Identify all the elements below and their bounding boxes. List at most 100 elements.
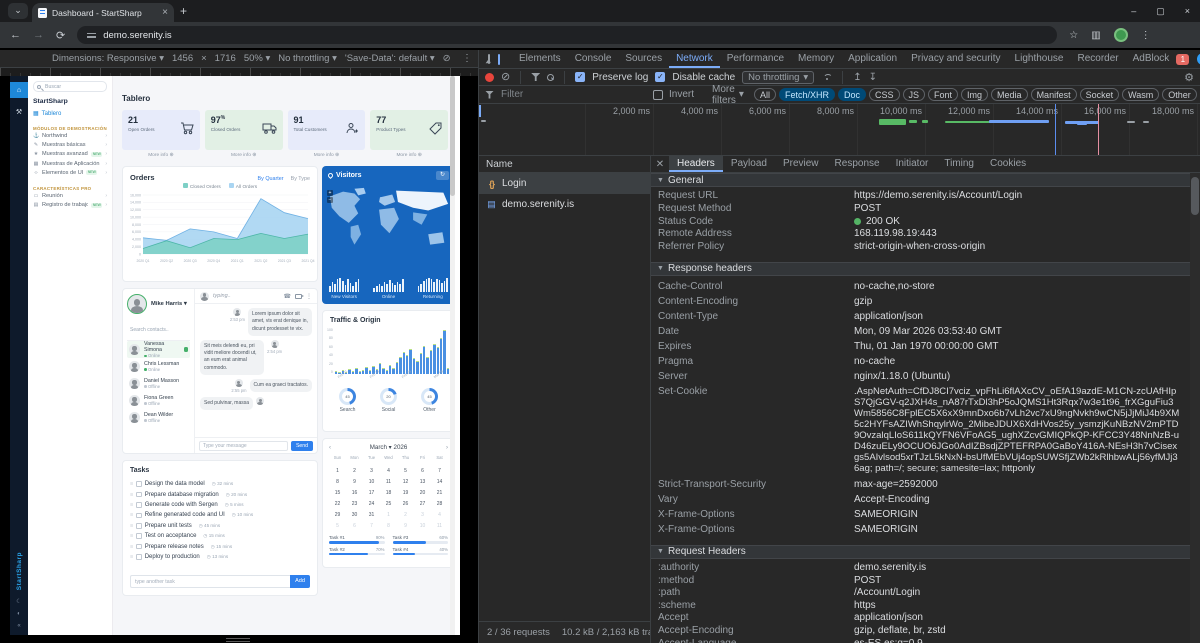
calendar-day[interactable]: 5 bbox=[397, 465, 414, 476]
drag-handle-icon[interactable]: ≡ bbox=[130, 481, 133, 487]
device-height-field[interactable]: 1716 bbox=[215, 53, 236, 64]
calendar-day[interactable]: 2 bbox=[397, 509, 414, 520]
device-dimensions-select[interactable]: Dimensions: Responsive ▾ bbox=[52, 53, 164, 64]
sidebar-item[interactable]: ⚓ Northwind › bbox=[33, 131, 107, 140]
sidebar-item[interactable]: ‹› Elementos de UI NEW › bbox=[33, 168, 107, 177]
request-type-chip[interactable]: All bbox=[754, 88, 776, 101]
window-minimize-button[interactable]: – bbox=[1131, 2, 1136, 20]
more-filters-select[interactable]: More filters▾ bbox=[712, 84, 744, 106]
general-section-header[interactable]: ▼ General bbox=[651, 173, 1190, 187]
export-har-icon[interactable]: ↧ bbox=[869, 72, 877, 83]
task-checkbox[interactable] bbox=[136, 544, 142, 550]
chat-menu-kebab-icon[interactable]: ⋮ bbox=[306, 293, 312, 300]
map-zoom-in-button[interactable]: + bbox=[327, 190, 333, 196]
send-button[interactable]: Send bbox=[291, 441, 313, 451]
drag-handle-icon[interactable]: ≡ bbox=[130, 554, 133, 560]
task-checkbox[interactable] bbox=[136, 554, 142, 560]
url-bar[interactable]: demo.serenity.is bbox=[77, 26, 1057, 44]
orders-tab-by-type[interactable]: By Type bbox=[291, 176, 310, 182]
error-count-badge[interactable]: 1 bbox=[1176, 54, 1189, 65]
contact-list-item[interactable]: Dean Wilder Offline bbox=[127, 409, 190, 426]
task-checkbox[interactable] bbox=[136, 502, 142, 508]
task-row[interactable]: ≡ Refine generated code and UI ◷ 10 mins bbox=[130, 510, 310, 520]
device-throttling-select[interactable]: No throttling ▾ bbox=[278, 53, 337, 64]
request-type-chip[interactable]: Img bbox=[961, 88, 988, 101]
task-row[interactable]: ≡ Prepare database migration ◷ 20 mins bbox=[130, 489, 310, 499]
more-info-link[interactable]: More info ⊕ bbox=[205, 153, 283, 158]
sidebar-item[interactable]: ▦ Muestras de Aplicación › bbox=[33, 159, 107, 168]
request-type-chip[interactable]: Doc bbox=[838, 88, 866, 101]
calendar-day[interactable]: 18 bbox=[380, 487, 397, 498]
drag-handle-icon[interactable]: ≡ bbox=[130, 523, 133, 529]
map-zoom-out-button[interactable]: − bbox=[327, 197, 333, 203]
calendar-day[interactable]: 10 bbox=[414, 520, 431, 531]
detail-tab[interactable]: Headers bbox=[669, 156, 723, 172]
device-zoom-select[interactable]: 50% ▾ bbox=[244, 53, 270, 64]
detail-tab[interactable]: Response bbox=[827, 156, 888, 172]
more-info-link[interactable]: More info ⊕ bbox=[122, 153, 200, 158]
devtools-tab[interactable]: Recorder bbox=[1070, 50, 1125, 68]
devtools-tab[interactable]: Lighthouse bbox=[1008, 50, 1071, 68]
filter-funnel-icon[interactable] bbox=[531, 73, 540, 81]
detail-tab[interactable]: Payload bbox=[723, 156, 775, 172]
sidebar-item-tablero[interactable]: ▦ Tablero bbox=[33, 110, 107, 117]
request-type-chip[interactable]: Wasm bbox=[1122, 88, 1159, 101]
invert-checkbox[interactable] bbox=[653, 90, 663, 100]
task-checkbox[interactable] bbox=[136, 481, 142, 487]
calendar-day[interactable]: 31 bbox=[363, 509, 380, 520]
request-row[interactable]: {} Login bbox=[479, 173, 650, 194]
calendar-month-year[interactable]: March ▾ 2026 bbox=[331, 444, 446, 451]
request-type-chip[interactable]: JS bbox=[903, 88, 926, 101]
calendar-day[interactable]: 8 bbox=[380, 520, 397, 531]
viewport-resize-handle[interactable] bbox=[226, 638, 250, 642]
sidebar-search[interactable] bbox=[33, 81, 107, 92]
detail-scrollbar[interactable] bbox=[1190, 173, 1200, 643]
calendar-day[interactable]: 15 bbox=[329, 487, 346, 498]
calendar-day[interactable]: 7 bbox=[363, 520, 380, 531]
request-row[interactable]: ▤ demo.serenity.is bbox=[479, 194, 650, 215]
devtools-tab[interactable]: Elements bbox=[512, 50, 568, 68]
contact-list-item[interactable]: Fiona Green Offline bbox=[127, 392, 190, 409]
network-overview-timeline[interactable]: 2,000 ms4,000 ms6,000 ms8,000 ms10,000 m… bbox=[479, 104, 1200, 156]
clear-network-log-icon[interactable]: ⊘ bbox=[501, 72, 510, 83]
detail-tab[interactable]: Cookies bbox=[982, 156, 1034, 172]
network-conditions-icon[interactable] bbox=[821, 74, 832, 81]
calendar-day[interactable]: 9 bbox=[346, 476, 363, 487]
task-row[interactable]: ≡ Test on acceptance ◷ 15 mins bbox=[130, 531, 310, 541]
calendar-day[interactable]: 11 bbox=[380, 476, 397, 487]
request-type-chip[interactable]: CSS bbox=[869, 88, 900, 101]
theme-moon-icon[interactable]: ☾ bbox=[16, 598, 21, 605]
contact-list-item[interactable]: Chris Lessman Online bbox=[127, 358, 190, 375]
task-checkbox[interactable] bbox=[136, 492, 142, 498]
calendar-day[interactable]: 6 bbox=[346, 520, 363, 531]
calendar-day[interactable]: 25 bbox=[380, 498, 397, 509]
devtools-tab[interactable]: Privacy and security bbox=[904, 50, 1007, 68]
sidebar-item[interactable]: ✎ Muestras básicas › bbox=[33, 140, 107, 149]
detail-close-icon[interactable]: ✕ bbox=[651, 156, 669, 172]
request-type-chip[interactable]: Manifest bbox=[1031, 88, 1077, 101]
calendar-day[interactable]: 1 bbox=[380, 509, 397, 520]
sidebar-item[interactable]: ▭ Reunión › bbox=[33, 191, 107, 200]
request-type-chip[interactable]: Other bbox=[1162, 88, 1197, 101]
throttling-select[interactable]: No throttling▾ bbox=[742, 71, 814, 84]
contact-list-item[interactable]: Vanessa Simona Online bbox=[127, 341, 190, 358]
video-call-icon[interactable] bbox=[295, 294, 302, 299]
contacts-search-input[interactable] bbox=[128, 326, 189, 334]
timeline-brush[interactable] bbox=[479, 105, 481, 117]
task-checkbox[interactable] bbox=[136, 523, 142, 529]
calendar-day[interactable]: 12 bbox=[397, 476, 414, 487]
calendar-day[interactable]: 24 bbox=[363, 498, 380, 509]
calendar-next-button[interactable]: › bbox=[446, 445, 448, 451]
calendar-day[interactable]: 9 bbox=[397, 520, 414, 531]
calendar-day[interactable]: 16 bbox=[346, 487, 363, 498]
calendar-day[interactable]: 3 bbox=[363, 465, 380, 476]
sidebar-item[interactable]: ★ Muestras avanzadas NEW › bbox=[33, 150, 107, 159]
save-data-select[interactable]: 'Save-Data': default ▾ bbox=[345, 53, 435, 64]
profile-avatar[interactable] bbox=[1114, 28, 1128, 42]
device-width-field[interactable]: 1456 bbox=[172, 53, 193, 64]
task-row[interactable]: ≡ Generate code with Sergen ◷ 5 mins bbox=[130, 500, 310, 510]
filter-input[interactable] bbox=[499, 88, 635, 101]
network-settings-gear-icon[interactable]: ⚙ bbox=[1184, 71, 1194, 84]
calendar-day[interactable]: 4 bbox=[380, 465, 397, 476]
stat-card-closed-orders[interactable]: 97% Closed Orders More info ⊕ bbox=[205, 110, 283, 158]
